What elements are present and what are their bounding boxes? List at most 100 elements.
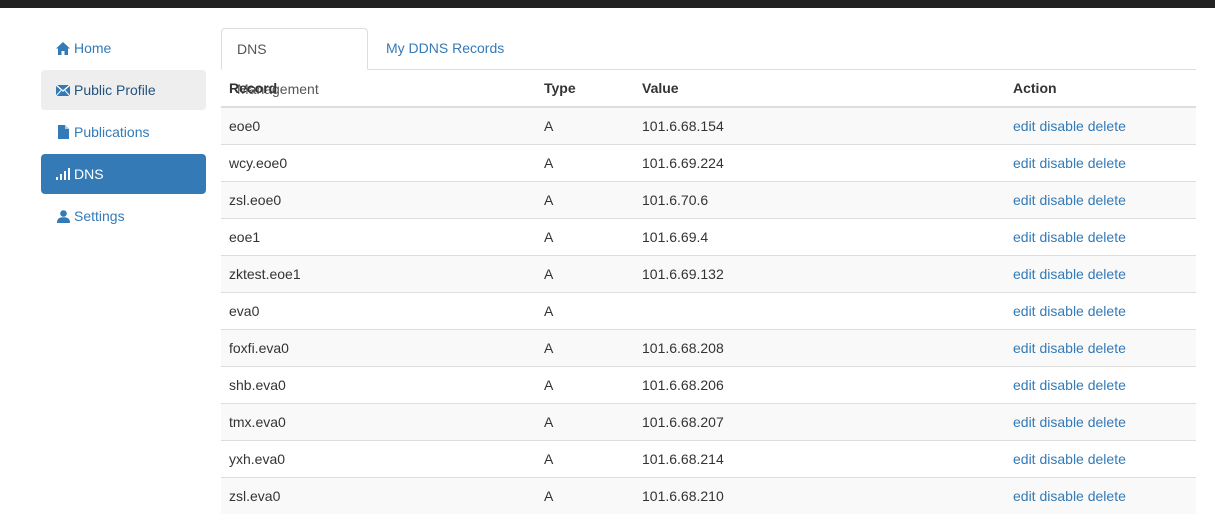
disable-link[interactable]: disable	[1039, 377, 1083, 393]
edit-link[interactable]: edit	[1013, 414, 1036, 430]
cell-value: 101.6.70.6	[634, 180, 1005, 218]
sidebar-item-home[interactable]: Home	[41, 28, 206, 68]
cell-type: A	[536, 402, 634, 440]
cell-action: edit disable delete	[1005, 180, 1196, 218]
edit-link[interactable]: edit	[1013, 303, 1036, 319]
disable-link[interactable]: disable	[1039, 229, 1083, 245]
cell-type: A	[536, 328, 634, 366]
cell-value: 101.6.68.206	[634, 365, 1005, 403]
cell-record: wcy.eoe0	[221, 143, 536, 181]
cell-record: shb.eva0	[221, 365, 536, 403]
cell-type: A	[536, 217, 634, 255]
disable-link[interactable]: disable	[1039, 303, 1083, 319]
tab-my-ddns-records[interactable]: My DDNS Records	[371, 28, 519, 70]
edit-link[interactable]: edit	[1013, 488, 1036, 504]
cell-action: edit disable delete	[1005, 291, 1196, 329]
tab-dns-management[interactable]: DNS Management	[221, 28, 368, 97]
sidebar-item-dns[interactable]: DNS	[41, 154, 206, 194]
cell-type: A	[536, 291, 634, 329]
sidebar-item-label: Settings	[74, 208, 125, 224]
cell-type: A	[536, 143, 634, 181]
edit-link[interactable]: edit	[1013, 377, 1036, 393]
table-row: yxh.eva0 A 101.6.68.214 edit disable delete	[221, 439, 1196, 477]
sidebar-item-label: Public Profile	[74, 82, 156, 98]
delete-link[interactable]: delete	[1088, 118, 1126, 134]
edit-link[interactable]: edit	[1013, 192, 1036, 208]
cell-value: 101.6.69.4	[634, 217, 1005, 255]
cell-action: edit disable delete	[1005, 328, 1196, 366]
table-row: eoe0 A 101.6.68.154 edit disable delete	[221, 106, 1196, 144]
home-icon	[55, 41, 71, 55]
edit-link[interactable]: edit	[1013, 118, 1036, 134]
sidebar-item-settings[interactable]: Settings	[41, 196, 206, 236]
sidebar-item-label: DNS	[74, 166, 104, 182]
edit-link[interactable]: edit	[1013, 340, 1036, 356]
disable-link[interactable]: disable	[1039, 118, 1083, 134]
edit-link[interactable]: edit	[1013, 266, 1036, 282]
delete-link[interactable]: delete	[1088, 414, 1126, 430]
cell-record: eoe1	[221, 217, 536, 255]
delete-link[interactable]: delete	[1088, 229, 1126, 245]
disable-link[interactable]: disable	[1039, 192, 1083, 208]
cell-action: edit disable delete	[1005, 402, 1196, 440]
user-icon	[55, 209, 71, 223]
delete-link[interactable]: delete	[1088, 266, 1126, 282]
tab-bar: DNS Management My DDNS Records	[221, 28, 1196, 97]
disable-link[interactable]: disable	[1039, 414, 1083, 430]
cell-value: 101.6.69.224	[634, 143, 1005, 181]
cell-value	[634, 291, 1005, 329]
cell-type: A	[536, 476, 634, 514]
delete-link[interactable]: delete	[1088, 451, 1126, 467]
edit-link[interactable]: edit	[1013, 155, 1036, 171]
sidebar-item-label: Home	[74, 40, 112, 56]
top-navbar	[0, 0, 1215, 8]
disable-link[interactable]: disable	[1039, 488, 1083, 504]
delete-link[interactable]: delete	[1088, 303, 1126, 319]
cell-type: A	[536, 254, 634, 292]
cell-value: 101.6.69.132	[634, 254, 1005, 292]
disable-link[interactable]: disable	[1039, 340, 1083, 356]
cell-record: zsl.eoe0	[221, 180, 536, 218]
column-header-action: Action	[1005, 70, 1196, 108]
disable-link[interactable]: disable	[1039, 155, 1083, 171]
delete-link[interactable]: delete	[1088, 488, 1126, 504]
sidebar: Home Public Profile Publications DNS Set…	[41, 28, 206, 238]
cell-action: edit disable delete	[1005, 439, 1196, 477]
cell-value: 101.6.68.207	[634, 402, 1005, 440]
table-body: eoe0 A 101.6.68.154 edit disable delete wcy.…	[221, 106, 1196, 514]
cell-record: tmx.eva0	[221, 402, 536, 440]
delete-link[interactable]: delete	[1088, 192, 1126, 208]
envelope-icon	[55, 83, 71, 97]
disable-link[interactable]: disable	[1039, 266, 1083, 282]
table-row: foxfi.eva0 A 101.6.68.208 edit disable dele…	[221, 328, 1196, 366]
table-row: zsl.eoe0 A 101.6.70.6 edit disable delete	[221, 180, 1196, 218]
cell-record: eva0	[221, 291, 536, 329]
delete-link[interactable]: delete	[1088, 155, 1126, 171]
column-header-record: Record	[221, 70, 536, 108]
edit-link[interactable]: edit	[1013, 451, 1036, 467]
cell-action: edit disable delete	[1005, 254, 1196, 292]
delete-link[interactable]: delete	[1088, 340, 1126, 356]
cell-action: edit disable delete	[1005, 143, 1196, 181]
table-row: shb.eva0 A 101.6.68.206 edit disable delete	[221, 365, 1196, 403]
cell-record: eoe0	[221, 106, 536, 144]
cell-type: A	[536, 439, 634, 477]
edit-link[interactable]: edit	[1013, 229, 1036, 245]
table-row: tmx.eva0 A 101.6.68.207 edit disable delete	[221, 402, 1196, 440]
delete-link[interactable]: delete	[1088, 377, 1126, 393]
cell-action: edit disable delete	[1005, 365, 1196, 403]
sidebar-item-public-profile[interactable]: Public Profile	[41, 70, 206, 110]
cell-value: 101.6.68.214	[634, 439, 1005, 477]
table-row: eoe1 A 101.6.69.4 edit disable delete	[221, 217, 1196, 255]
table-row: zsl.eva0 A 101.6.68.210 edit disable delete	[221, 476, 1196, 514]
disable-link[interactable]: disable	[1039, 451, 1083, 467]
cell-record: zktest.eoe1	[221, 254, 536, 292]
table-header-row: Record Type Value Action	[221, 70, 1196, 108]
column-header-type: Type	[536, 70, 634, 108]
cell-type: A	[536, 106, 634, 144]
cell-type: A	[536, 365, 634, 403]
file-icon	[55, 125, 71, 139]
cell-record: zsl.eva0	[221, 476, 536, 514]
cell-value: 101.6.68.154	[634, 106, 1005, 144]
sidebar-item-publications[interactable]: Publications	[41, 112, 206, 152]
